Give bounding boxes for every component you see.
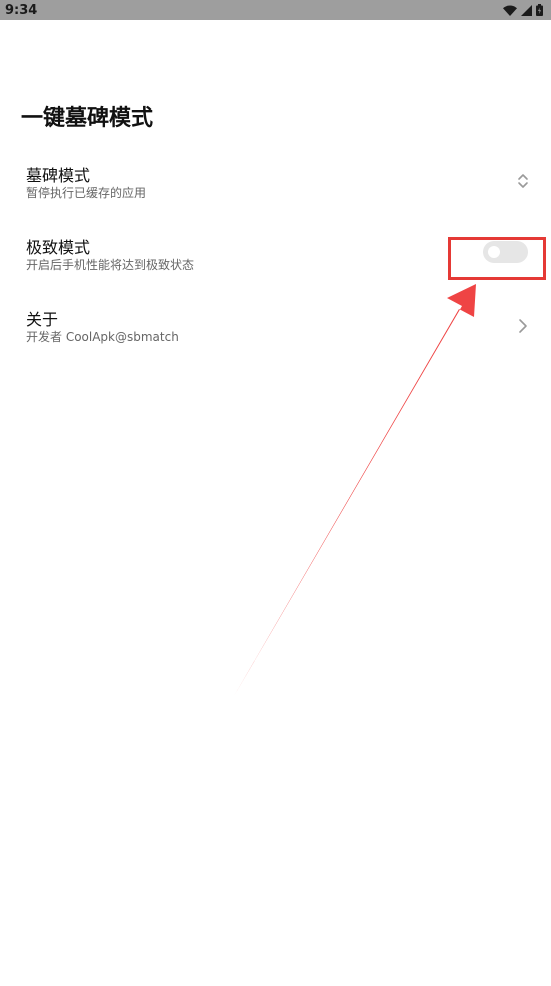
status-bar: 9:34 [0,0,551,20]
chevron-up-down-icon[interactable] [517,172,529,194]
setting-subtitle: 暂停执行已缓存的应用 [26,186,147,200]
setting-title: 墓碑模式 [26,166,91,185]
setting-subtitle: 开发者 CoolApk@sbmatch [26,330,179,344]
signal-icon [521,4,532,16]
setting-about[interactable]: 关于 开发者 CoolApk@sbmatch [0,302,551,368]
setting-tombstone-mode[interactable]: 墓碑模式 暂停执行已缓存的应用 [0,158,551,224]
page-title: 一键墓碑模式 [21,106,154,131]
battery-icon [536,4,543,16]
setting-subtitle: 开启后手机性能将达到极致状态 [26,258,195,272]
status-time: 9:34 [5,2,38,18]
annotation-arrow [234,284,476,696]
highlight-box [448,237,546,280]
status-icons [503,4,543,16]
wifi-icon [503,5,517,16]
setting-title: 极致模式 [26,238,91,257]
setting-title: 关于 [26,310,59,329]
chevron-right-icon[interactable] [518,318,528,338]
